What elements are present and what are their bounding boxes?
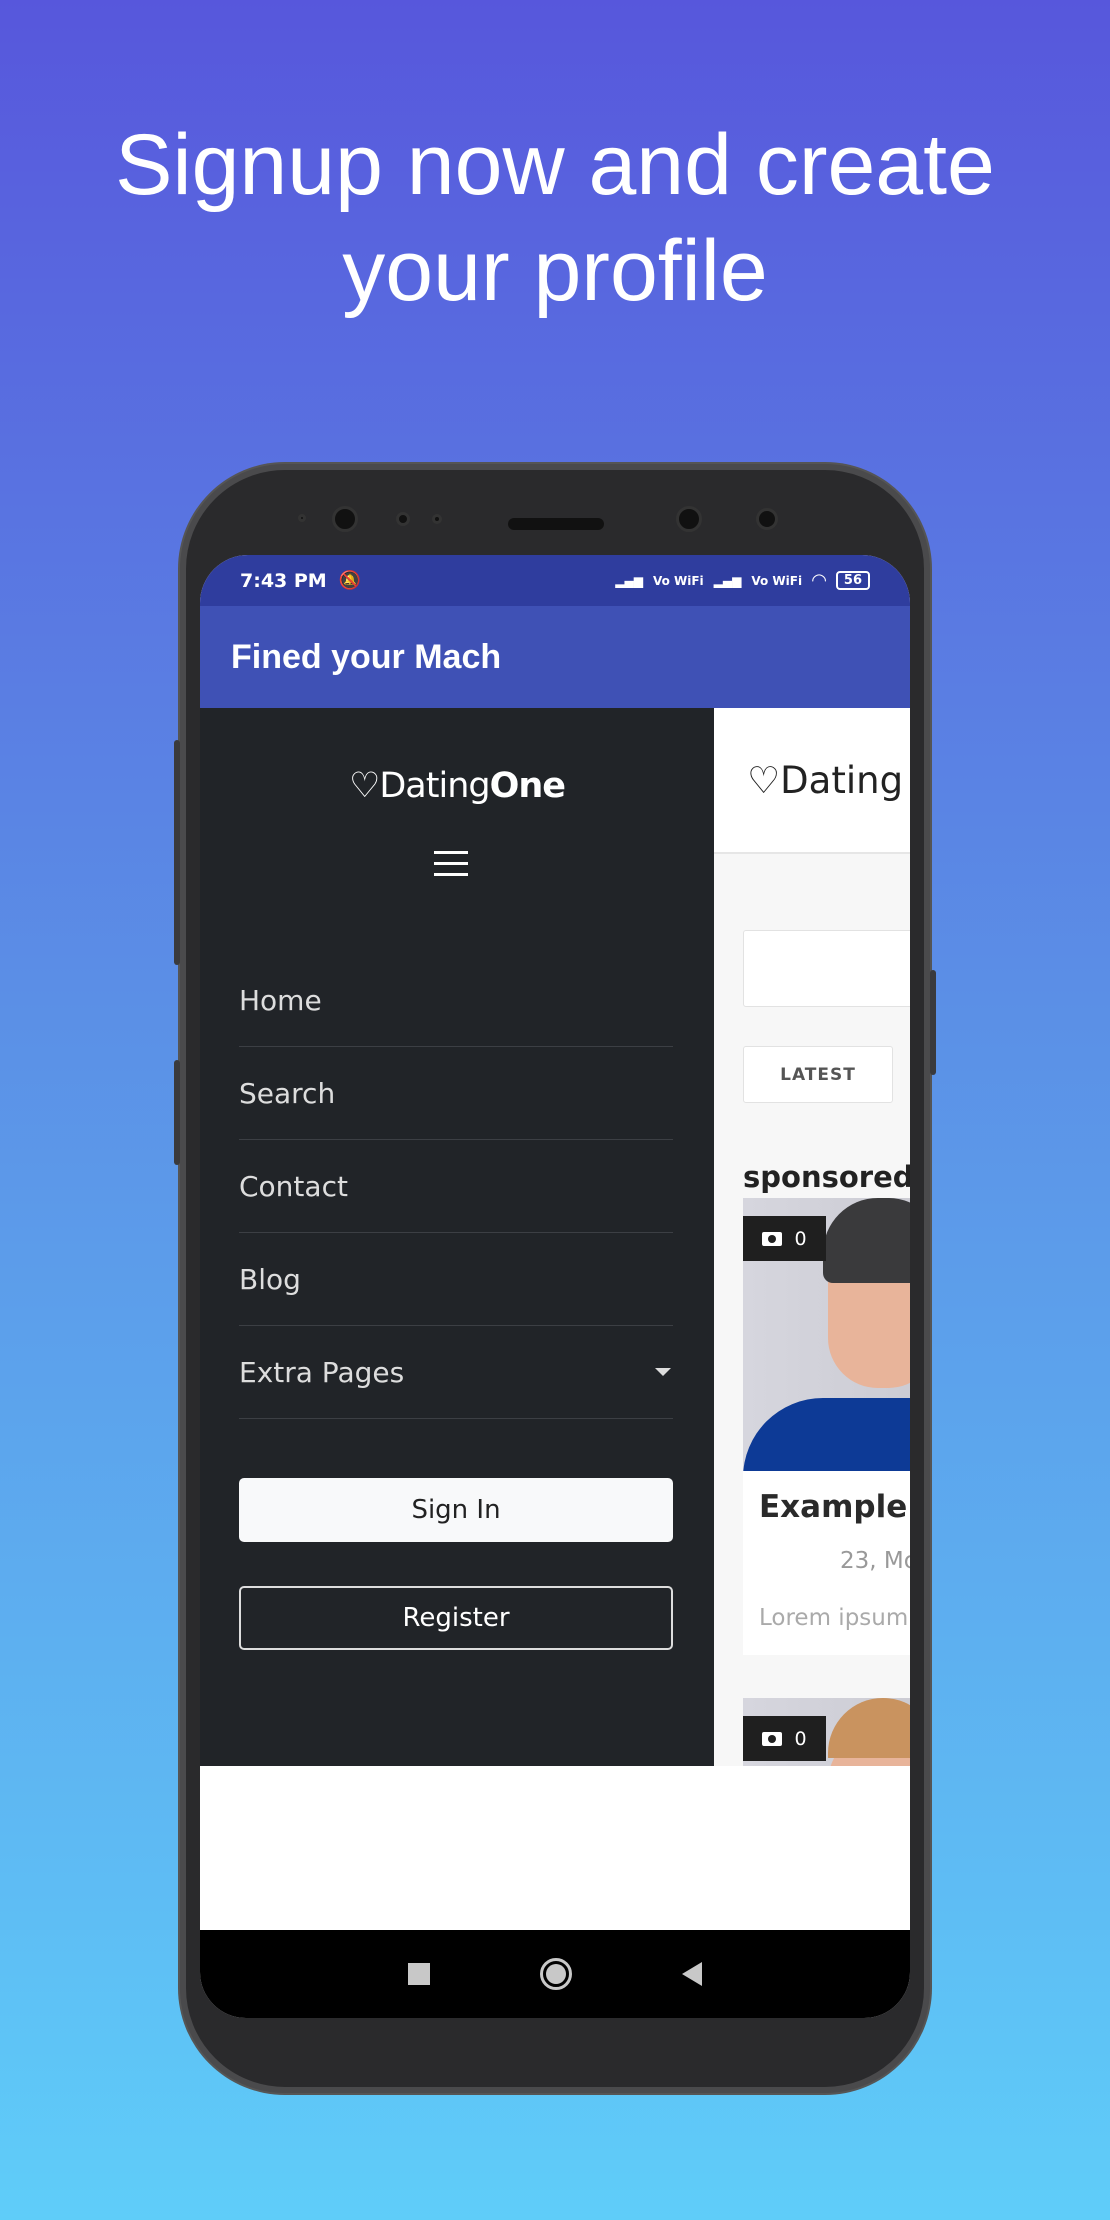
headline-line-1: Signup now and create	[115, 117, 995, 213]
photo-count-badge: 0	[743, 1216, 826, 1261]
signal-icon: ▂▄▆	[713, 573, 742, 588]
latest-button[interactable]: LATEST	[743, 1046, 893, 1103]
menu-label: Home	[239, 983, 322, 1017]
header-logo[interactable]: Dating	[780, 759, 903, 802]
sign-in-button[interactable]: Sign In	[239, 1478, 673, 1542]
section-title: sponsored	[743, 1160, 910, 1194]
menu-item-blog[interactable]: Blog	[239, 1233, 673, 1326]
sensor-dot	[298, 514, 306, 522]
page-header: ♡ Dating	[714, 708, 910, 854]
profile-card[interactable]: 0	[743, 1698, 910, 1766]
hamburger-menu-icon[interactable]	[434, 851, 468, 884]
register-button[interactable]: Register	[239, 1586, 673, 1650]
system-nav-bar	[200, 1930, 910, 2018]
profile-card[interactable]: 0 Example I 23, Mo Lorem ipsum	[743, 1198, 910, 1655]
power-button	[930, 970, 936, 1075]
wifi-icon: ◠	[812, 570, 826, 591]
status-time: 7:43 PM	[240, 569, 327, 592]
side-button	[174, 1060, 180, 1165]
card-title[interactable]: Example I	[743, 1471, 910, 1541]
drawer-logo[interactable]: ♡DatingOne	[200, 766, 714, 806]
menu-item-search[interactable]: Search	[239, 1047, 673, 1140]
card-date: 23, Mo	[840, 1548, 910, 1574]
vowifi-label: Vo WiFi	[751, 573, 803, 588]
menu-item-extra-pages[interactable]: Extra Pages	[239, 1326, 673, 1419]
photo-count-badge: 0	[743, 1716, 826, 1761]
front-camera	[676, 506, 702, 532]
phone-screen: 7:43 PM 🔕 ▂▄▆ Vo WiFi ▂▄▆ Vo WiFi ◠ 56 F…	[200, 555, 910, 2018]
sensor-dot	[756, 508, 778, 530]
battery-icon: 56	[835, 571, 870, 590]
headline-line-2: your profile	[342, 223, 768, 319]
menu-label: Extra Pages	[239, 1355, 405, 1389]
photo-count: 0	[794, 1727, 807, 1750]
profile-photo: 0	[743, 1198, 910, 1471]
recents-button[interactable]	[408, 1963, 430, 1985]
app-title: Fined your Mach	[231, 637, 502, 676]
heart-icon: ♡	[747, 758, 781, 802]
status-bar: 7:43 PM 🔕 ▂▄▆ Vo WiFi ▂▄▆ Vo WiFi ◠ 56	[200, 555, 910, 606]
profile-photo: 0	[743, 1698, 910, 1766]
headline: Signup now and create your profile	[0, 112, 1110, 324]
menu-item-contact[interactable]: Contact	[239, 1140, 673, 1233]
sensor-dot	[432, 514, 442, 524]
app-bar: Fined your Mach	[200, 606, 910, 708]
signal-icon: ▂▄▆	[615, 573, 643, 588]
camera-icon	[762, 1731, 783, 1746]
caret-down-icon	[655, 1368, 671, 1376]
speaker	[508, 518, 604, 530]
main-page: ♡Dating LATEST sponsored 0 Example I 23,…	[714, 708, 910, 1766]
menu-item-home[interactable]: Home	[239, 954, 673, 1047]
card-excerpt: Lorem ipsum	[759, 1605, 909, 1631]
search-input[interactable]	[743, 930, 910, 1007]
webview-content: ♡DatingOne Home Search Contact Blog Extr…	[200, 708, 910, 1766]
nav-drawer: ♡DatingOne Home Search Contact Blog Extr…	[200, 708, 714, 1766]
logo-text: Dating	[379, 766, 490, 806]
volume-button	[174, 740, 180, 965]
front-camera	[332, 506, 358, 532]
home-button[interactable]	[540, 1958, 572, 1990]
menu-label: Search	[239, 1076, 336, 1110]
menu-label: Contact	[239, 1169, 348, 1203]
menu-label: Blog	[239, 1262, 301, 1296]
heart-icon: ♡	[348, 766, 380, 806]
photo-count: 0	[794, 1227, 807, 1250]
blank-area	[200, 1766, 910, 1930]
mute-icon: 🔕	[338, 570, 362, 591]
back-button[interactable]	[682, 1962, 702, 1986]
camera-icon	[762, 1231, 783, 1246]
drawer-menu: Home Search Contact Blog Extra Pages	[239, 954, 673, 1419]
vowifi-label: Vo WiFi	[652, 573, 704, 588]
sensor-dot	[396, 512, 410, 526]
logo-text-bold: One	[489, 766, 566, 806]
